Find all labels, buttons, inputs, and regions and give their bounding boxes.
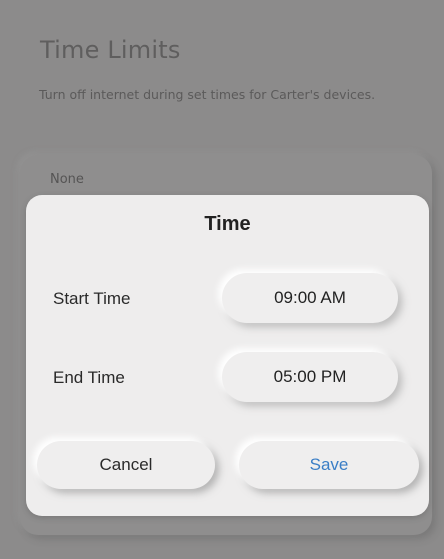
- end-time-value: 05:00 PM: [273, 367, 347, 386]
- end-time-picker[interactable]: 05:00 PM: [222, 352, 398, 402]
- start-time-picker[interactable]: 09:00 AM: [222, 273, 398, 323]
- dialog-title: Time: [204, 213, 251, 235]
- screen: Time Limits Turn off internet during set…: [0, 0, 444, 559]
- page-subtitle: Turn off internet during set times for C…: [39, 87, 376, 102]
- start-time-label: Start Time: [53, 289, 131, 308]
- start-time-value: 09:00 AM: [274, 288, 346, 307]
- end-time-label: End Time: [53, 368, 125, 387]
- page-title: Time Limits: [40, 36, 181, 64]
- save-button-label: Save: [309, 455, 349, 474]
- cancel-button-label: Cancel: [99, 455, 153, 474]
- cancel-button[interactable]: Cancel: [37, 441, 215, 489]
- save-button[interactable]: Save: [239, 441, 419, 489]
- time-dialog: Time Start Time 09:00 AM End Time 05:00 …: [26, 195, 429, 516]
- option-none[interactable]: None: [50, 172, 84, 187]
